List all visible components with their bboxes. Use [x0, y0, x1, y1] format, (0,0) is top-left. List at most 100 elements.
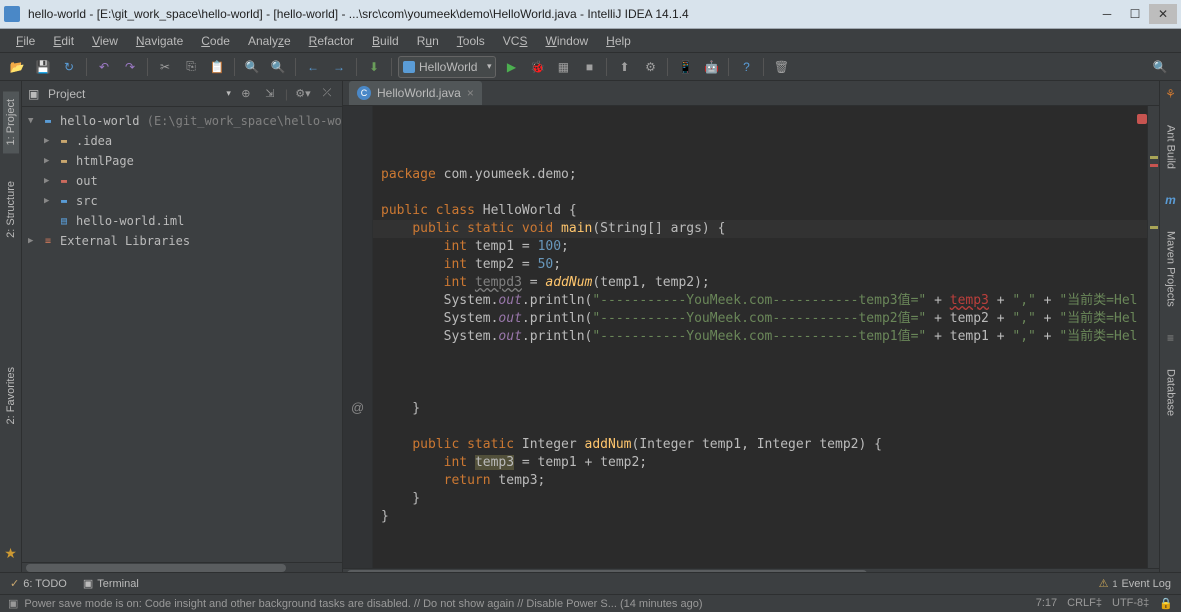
undo-icon[interactable]: ↶ — [93, 56, 115, 78]
find-icon[interactable]: 🔍 — [241, 56, 263, 78]
hide-icon[interactable]: ⤫ — [318, 85, 336, 103]
tree-root[interactable]: ▼ ▬ hello-world (E:\git_work_space\hello… — [22, 111, 342, 131]
right-tool-rail: ⚘ Ant Build m Maven Projects ≡ Database — [1159, 81, 1181, 572]
status-icon[interactable]: ▣ — [8, 597, 18, 610]
make-icon[interactable]: ⬇ — [363, 56, 385, 78]
status-message[interactable]: Power save mode is on: Code insight and … — [24, 598, 1035, 610]
error-stripe-icon[interactable] — [1137, 114, 1147, 124]
folder-icon: ▬ — [56, 154, 72, 168]
module-icon: ▬ — [40, 114, 56, 128]
maximize-button[interactable]: ☐ — [1121, 4, 1149, 24]
tree-item-out[interactable]: ▶▬out — [22, 171, 342, 191]
menu-navigate[interactable]: Navigate — [128, 32, 191, 50]
menu-code[interactable]: Code — [193, 32, 238, 50]
menu-window[interactable]: Window — [537, 32, 596, 50]
star-icon[interactable]: ★ — [4, 545, 17, 562]
gutter-override-icon[interactable]: @ — [351, 400, 364, 415]
status-bar: ▣ Power save mode is on: Code insight an… — [0, 594, 1181, 612]
tree-external-libraries[interactable]: ▶≡External Libraries — [22, 231, 342, 251]
terminal-button[interactable]: ▣Terminal — [83, 577, 139, 590]
project-hscroll[interactable] — [22, 562, 342, 572]
cut-icon[interactable]: ✂ — [154, 56, 176, 78]
project-panel: ▣ Project ▾ ⊕ ⇲ | ⚙▾ ⤫ ▼ ▬ hello-world (… — [22, 81, 343, 572]
project-panel-header: ▣ Project ▾ ⊕ ⇲ | ⚙▾ ⤫ — [22, 81, 342, 107]
menu-bar: File Edit View Navigate Code Analyze Ref… — [0, 29, 1181, 53]
gear-icon[interactable]: ⚙▾ — [294, 85, 312, 103]
scroll-to-icon[interactable]: ⊕ — [237, 85, 255, 103]
rail-maven[interactable]: Maven Projects — [1163, 223, 1179, 315]
paste-icon[interactable]: 📋 — [206, 56, 228, 78]
rail-ant[interactable]: Ant Build — [1163, 117, 1179, 177]
run-config-selector[interactable]: HelloWorld — [398, 56, 496, 78]
toolbar: 📂 💾 ↻ ↶ ↷ ✂ ⎘ 📋 🔍 🔍 ← → ⬇ HelloWorld ▶ 🐞… — [0, 53, 1181, 81]
menu-build[interactable]: Build — [364, 32, 407, 50]
tab-close-icon[interactable]: × — [467, 86, 474, 100]
menu-vcs[interactable]: VCS — [495, 32, 536, 50]
rail-favorites[interactable]: 2: Favorites — [3, 359, 19, 432]
bottom-bar: ✓6: TODO ▣Terminal ⚠ 1 Event Log — [0, 572, 1181, 594]
avd-icon[interactable]: 📱 — [674, 56, 696, 78]
file-encoding[interactable]: UTF-8‡ — [1112, 597, 1149, 610]
redo-icon[interactable]: ↷ — [119, 56, 141, 78]
editor-hscroll[interactable] — [343, 568, 1159, 572]
menu-help[interactable]: Help — [598, 32, 639, 50]
run-icon[interactable]: ▶ — [500, 56, 522, 78]
rail-database[interactable]: Database — [1163, 361, 1179, 424]
stop-icon[interactable]: ■ — [578, 56, 600, 78]
copy-icon[interactable]: ⎘ — [180, 56, 202, 78]
menu-view[interactable]: View — [84, 32, 126, 50]
back-icon[interactable]: ← — [302, 56, 324, 78]
app-icon — [4, 6, 20, 22]
project-tree[interactable]: ▼ ▬ hello-world (E:\git_work_space\hello… — [22, 107, 342, 562]
vcs-icon[interactable]: ⬆ — [613, 56, 635, 78]
menu-run[interactable]: Run — [409, 32, 447, 50]
coverage-icon[interactable]: ▦ — [552, 56, 574, 78]
minimize-button[interactable]: ─ — [1093, 4, 1121, 24]
save-icon[interactable]: 💾 — [32, 56, 54, 78]
event-log-button[interactable]: Event Log — [1121, 578, 1171, 590]
rail-structure[interactable]: 2: Structure — [3, 173, 19, 246]
menu-refactor[interactable]: Refactor — [301, 32, 362, 50]
tree-item-htmlpage[interactable]: ▶▬htmlPage — [22, 151, 342, 171]
help-icon[interactable]: ? — [735, 56, 757, 78]
project-view-icon: ▣ — [28, 87, 42, 101]
replace-icon[interactable]: 🔍 — [267, 56, 289, 78]
warning-icon: ⚠ — [1099, 577, 1109, 590]
sync-icon[interactable]: ↻ — [58, 56, 80, 78]
menu-file[interactable]: File — [8, 32, 43, 50]
maven-icon: m — [1165, 193, 1176, 207]
debug-icon[interactable]: 🐞 — [526, 56, 548, 78]
close-button[interactable]: ✕ — [1149, 4, 1177, 24]
folder-icon: ▬ — [56, 134, 72, 148]
lock-icon[interactable]: 🔒 — [1159, 597, 1173, 610]
window-title: hello-world - [E:\git_work_space\hello-w… — [28, 7, 1093, 21]
todo-button[interactable]: ✓6: TODO — [10, 577, 67, 590]
trash-icon[interactable]: 🗑 — [770, 56, 792, 78]
forward-icon[interactable]: → — [328, 56, 350, 78]
code-area[interactable]: package com.youmeek.demo; public class H… — [373, 106, 1147, 568]
tree-item-iml[interactable]: ▤hello-world.iml — [22, 211, 342, 231]
file-icon: ▤ — [56, 214, 72, 228]
project-panel-title[interactable]: Project — [48, 87, 220, 101]
tree-item-src[interactable]: ▶▬src — [22, 191, 342, 211]
menu-edit[interactable]: Edit — [45, 32, 82, 50]
editor-gutter[interactable]: @ — [343, 106, 373, 568]
menu-tools[interactable]: Tools — [449, 32, 493, 50]
search-everywhere-icon[interactable]: 🔍 — [1149, 56, 1171, 78]
open-icon[interactable]: 📂 — [6, 56, 28, 78]
libs-icon: ≡ — [40, 234, 56, 248]
title-bar: hello-world - [E:\git_work_space\hello-w… — [0, 0, 1181, 29]
editor-body[interactable]: @ package com.youmeek.demo; public class… — [343, 106, 1159, 568]
overview-ruler[interactable] — [1147, 106, 1159, 568]
database-icon: ≡ — [1167, 331, 1174, 345]
caret-position[interactable]: 7:17 — [1036, 597, 1057, 610]
android-icon[interactable]: 🤖 — [700, 56, 722, 78]
line-separator[interactable]: CRLF‡ — [1067, 597, 1102, 610]
rail-project[interactable]: 1: Project — [3, 91, 19, 153]
menu-analyze[interactable]: Analyze — [240, 32, 299, 50]
tree-item-idea[interactable]: ▶▬.idea — [22, 131, 342, 151]
settings-icon[interactable]: ⚙ — [639, 56, 661, 78]
editor-area: C HelloWorld.java × @ package com.youmee… — [343, 81, 1159, 572]
collapse-icon[interactable]: ⇲ — [261, 85, 279, 103]
editor-tab-helloworld[interactable]: C HelloWorld.java × — [349, 81, 482, 105]
